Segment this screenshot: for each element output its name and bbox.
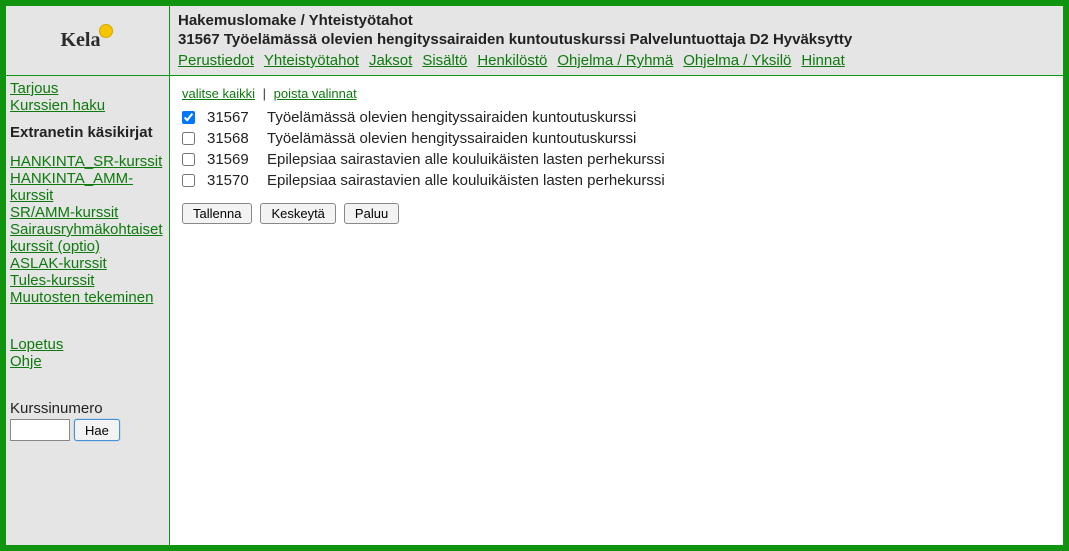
tab-perustiedot[interactable]: Perustiedot <box>178 52 254 69</box>
sidebar: TarjousKurssien haku Extranetin käsikirj… <box>6 76 170 545</box>
tab-jaksot[interactable]: Jaksot <box>369 52 412 69</box>
sidebar-manual-hankinta-sr-kurssit[interactable]: HANKINTA_SR-kurssit <box>10 153 162 170</box>
logo-text: Kela <box>61 29 115 52</box>
sidebar-manual-muutosten-tekeminen[interactable]: Muutosten tekeminen <box>10 289 153 306</box>
logo-badge-icon <box>99 24 113 38</box>
course-code: 31567 <box>207 109 267 126</box>
sidebar-manual-hankinta-amm-kurssit[interactable]: HANKINTA_AMM-kurssit <box>10 170 133 204</box>
sidebar-link-ohje[interactable]: Ohje <box>10 353 42 370</box>
save-button[interactable]: Tallenna <box>182 203 252 224</box>
course-desc: Epilepsiaa sairastavien alle kouluikäist… <box>267 172 1051 189</box>
sidebar-heading: Extranetin käsikirjat <box>10 124 165 141</box>
page-title: 31567 Työelämässä olevien hengityssairai… <box>178 31 1055 48</box>
search-input[interactable] <box>10 419 70 441</box>
course-code: 31570 <box>207 172 267 189</box>
back-button[interactable]: Paluu <box>344 203 399 224</box>
course-row: 31570Epilepsiaa sairastavien alle koului… <box>182 170 1051 191</box>
search-button[interactable]: Hae <box>74 419 120 441</box>
tab-henkil-st-[interactable]: Henkilöstö <box>477 52 547 69</box>
course-checkbox[interactable] <box>182 132 195 145</box>
sidebar-link-lopetus[interactable]: Lopetus <box>10 336 63 353</box>
tab-hinnat[interactable]: Hinnat <box>801 52 844 69</box>
tab-bar: Perustiedot Yhteistyötahot Jaksot Sisältö He… <box>178 52 1055 69</box>
main-content: valitse kaikki | poista valinnat 31567Ty… <box>170 76 1063 545</box>
sidebar-manual-sr-amm-kurssit[interactable]: SR/AMM-kurssit <box>10 204 118 221</box>
course-code: 31569 <box>207 151 267 168</box>
course-desc: Työelämässä olevien hengityssairaiden ku… <box>267 109 1051 126</box>
course-code: 31568 <box>207 130 267 147</box>
course-desc: Epilepsiaa sairastavien alle kouluikäist… <box>267 151 1051 168</box>
course-row: 31568Työelämässä olevien hengityssairaid… <box>182 128 1051 149</box>
separator: | <box>263 86 266 101</box>
course-checkbox[interactable] <box>182 111 195 124</box>
logo: Kela <box>6 6 170 75</box>
sidebar-manual-tules-kurssit[interactable]: Tules-kurssit <box>10 272 94 289</box>
sidebar-link-kurssien-haku[interactable]: Kurssien haku <box>10 97 105 114</box>
sidebar-link-tarjous[interactable]: Tarjous <box>10 80 58 97</box>
tab-sis-lt-[interactable]: Sisältö <box>422 52 467 69</box>
course-checkbox[interactable] <box>182 153 195 166</box>
search-label: Kurssinumero <box>10 400 165 417</box>
breadcrumb: Hakemuslomake / Yhteistyötahot <box>178 12 1055 29</box>
tab-yhteisty-tahot[interactable]: Yhteistyötahot <box>264 52 359 69</box>
cancel-button[interactable]: Keskeytä <box>260 203 335 224</box>
tab-ohjelma-yksil-[interactable]: Ohjelma / Yksilö <box>683 52 791 69</box>
clear-all-link[interactable]: poista valinnat <box>274 86 357 101</box>
sidebar-manual-sairausryhm-kohtaiset-kurssit-optio-[interactable]: Sairausryhmäkohtaiset kurssit (optio) <box>10 221 163 255</box>
course-row: 31567Työelämässä olevien hengityssairaid… <box>182 107 1051 128</box>
tab-ohjelma-ryhm-[interactable]: Ohjelma / Ryhmä <box>557 52 673 69</box>
select-all-link[interactable]: valitse kaikki <box>182 86 255 101</box>
sidebar-manual-aslak-kurssit[interactable]: ASLAK-kurssit <box>10 255 107 272</box>
course-desc: Työelämässä olevien hengityssairaiden ku… <box>267 130 1051 147</box>
course-checkbox[interactable] <box>182 174 195 187</box>
course-row: 31569Epilepsiaa sairastavien alle koului… <box>182 149 1051 170</box>
